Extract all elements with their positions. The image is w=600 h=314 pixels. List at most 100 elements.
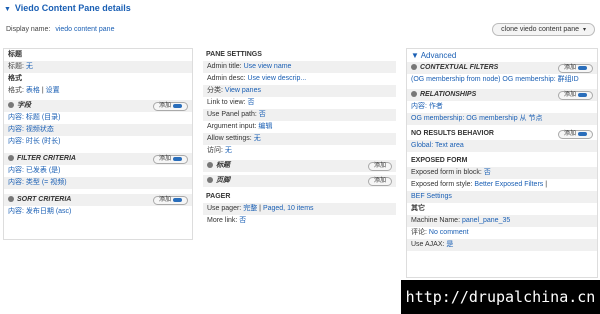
- sort-item[interactable]: 内容: 发布日期 (asc): [4, 206, 192, 218]
- relationships-label: RELATIONSHIPS: [420, 91, 477, 98]
- machine-name-row: Machine Name: panel_pane_35: [407, 215, 597, 227]
- gear-icon[interactable]: [8, 196, 14, 203]
- exposed-style-label: Exposed form style:: [411, 181, 473, 188]
- setting-row: Link to view: 否: [203, 97, 396, 109]
- comment-link[interactable]: No comment: [429, 229, 469, 236]
- dropdown-arrow-icon[interactable]: [578, 132, 587, 136]
- machine-name-link[interactable]: panel_pane_35: [462, 217, 510, 224]
- filter-item[interactable]: 内容: 已发表 (是): [4, 165, 192, 177]
- dropdown-arrow-icon[interactable]: [578, 93, 587, 97]
- ajax-link[interactable]: 是: [446, 241, 453, 248]
- exposed-form-heading: EXPOSED FORM: [411, 157, 468, 164]
- gear-icon[interactable]: [207, 162, 213, 169]
- advanced-column: ▼ Advanced CONTEXTUAL FILTERS 添加 (OG mem…: [406, 48, 598, 278]
- setting-label: Admin title:: [207, 63, 242, 70]
- relationships-header: RELATIONSHIPS 添加: [407, 89, 597, 101]
- clone-dropdown-button[interactable]: clone viedo content pane ▾: [492, 23, 595, 36]
- setting-link[interactable]: Use view descrip...: [247, 75, 306, 82]
- watermark: http://drupalchina.cn: [401, 280, 600, 314]
- header-add-button[interactable]: 添加: [367, 161, 392, 171]
- other-heading: 其它: [411, 205, 425, 212]
- fields-add-button[interactable]: 添加: [152, 101, 188, 111]
- exposed-in-block-link[interactable]: 否: [484, 169, 491, 176]
- relationships-add-button[interactable]: 添加: [557, 90, 593, 100]
- advanced-toggle[interactable]: ▼ Advanced: [407, 49, 597, 62]
- setting-link[interactable]: Use view name: [244, 63, 292, 70]
- setting-link[interactable]: View panes: [225, 87, 261, 94]
- no-results-item[interactable]: Global: Text area: [407, 140, 597, 152]
- gear-icon[interactable]: [8, 155, 14, 162]
- relationship-item[interactable]: 内容: 作者: [407, 101, 597, 113]
- pane-settings-column: PANE SETTINGS Admin title: Use view name…: [203, 48, 396, 253]
- sort-add-button[interactable]: 添加: [152, 195, 188, 205]
- more-link-value[interactable]: 否: [239, 217, 246, 224]
- exposed-style-row: Exposed form style: Better Exposed Filte…: [407, 179, 597, 191]
- separator: |: [259, 205, 261, 212]
- format-settings-link[interactable]: 设置: [46, 87, 60, 94]
- comment-label: 评论:: [411, 229, 427, 236]
- filter-link[interactable]: 内容: 类型 (= 视频): [8, 179, 67, 186]
- field-item[interactable]: 内容: 时长 (时长): [4, 136, 192, 148]
- comment-row: 评论: No comment: [407, 227, 597, 239]
- field-link[interactable]: 内容: 视频状态: [8, 126, 54, 133]
- display-name-label: Display name:: [6, 26, 51, 33]
- format-table-link[interactable]: 表格: [26, 87, 40, 94]
- contextual-add-button[interactable]: 添加: [557, 63, 593, 73]
- sort-criteria-header: SORT CRITERIA 添加: [4, 194, 192, 206]
- setting-link[interactable]: 否: [247, 99, 254, 106]
- relationship-item[interactable]: OG membership: OG membership 从 节点: [407, 113, 597, 125]
- setting-link[interactable]: 否: [259, 111, 266, 118]
- dropdown-arrow-icon[interactable]: [173, 198, 182, 202]
- fields-section-header: 字段 添加: [4, 100, 192, 112]
- setting-row: 分类: View panes: [203, 85, 396, 97]
- setting-label: Allow settings:: [207, 135, 252, 142]
- footer-add-button[interactable]: 添加: [367, 176, 392, 186]
- dropdown-arrow-icon[interactable]: [578, 66, 587, 70]
- dropdown-arrow-icon[interactable]: [173, 157, 182, 161]
- section-title-bar[interactable]: ▼ Viedo Content Pane details: [0, 0, 600, 18]
- add-label: 添加: [563, 65, 576, 71]
- setting-link[interactable]: 无: [254, 135, 261, 142]
- setting-link[interactable]: 无: [225, 147, 232, 154]
- advanced-label: Advanced: [420, 51, 457, 60]
- display-name-link[interactable]: viedo content pane: [55, 26, 114, 33]
- sort-link[interactable]: 内容: 发布日期 (asc): [8, 208, 71, 215]
- pager-items-link[interactable]: Paged, 10 items: [263, 205, 314, 212]
- filter-link[interactable]: 内容: 已发表 (是): [8, 167, 61, 174]
- filter-criteria-label: FILTER CRITERIA: [17, 155, 76, 162]
- field-item[interactable]: 内容: 标题 (目录): [4, 112, 192, 124]
- relationship-link[interactable]: 内容: 作者: [411, 103, 443, 110]
- no-results-add-button[interactable]: 添加: [557, 129, 593, 139]
- title-value-link[interactable]: 无: [26, 63, 33, 70]
- gear-icon[interactable]: [411, 64, 417, 71]
- header-section-label: 标题: [216, 162, 230, 169]
- no-results-link[interactable]: Global: Text area: [411, 142, 464, 149]
- contextual-item[interactable]: (OG membership from node) OG membership:…: [407, 74, 597, 86]
- contextual-link[interactable]: (OG membership from node) OG membership:…: [411, 76, 579, 83]
- setting-label: Link to view:: [207, 99, 246, 106]
- field-link[interactable]: 内容: 标题 (目录): [8, 114, 61, 121]
- filter-criteria-header: FILTER CRITERIA 添加: [4, 153, 192, 165]
- setting-row: 访问: 无: [203, 145, 396, 157]
- field-item[interactable]: 内容: 视频状态: [4, 124, 192, 136]
- gear-icon[interactable]: [411, 91, 417, 98]
- pager-full-link[interactable]: 完整: [243, 205, 257, 212]
- separator: |: [545, 181, 548, 188]
- exposed-style-link[interactable]: Better Exposed Filters: [474, 181, 543, 188]
- gear-icon[interactable]: [207, 177, 213, 184]
- chevron-down-icon: ▾: [582, 27, 586, 33]
- fields-label: 字段: [17, 102, 31, 109]
- pager-heading: PAGER: [206, 193, 231, 200]
- dropdown-arrow-icon[interactable]: [173, 104, 182, 108]
- relationship-link[interactable]: OG membership: OG membership 从 节点: [411, 115, 542, 122]
- collapse-triangle-icon[interactable]: ▼: [4, 6, 11, 13]
- add-label: 添加: [158, 197, 171, 203]
- bef-settings-link[interactable]: BEF Settings: [411, 193, 452, 200]
- setting-link[interactable]: 编辑: [258, 123, 272, 130]
- field-link[interactable]: 内容: 时长 (时长): [8, 138, 61, 145]
- filter-item[interactable]: 内容: 类型 (= 视频): [4, 177, 192, 189]
- gear-icon[interactable]: [8, 102, 14, 109]
- format-row: 格式: 表格 | 设置: [4, 85, 192, 97]
- filters-add-button[interactable]: 添加: [152, 154, 188, 164]
- separator: |: [41, 87, 44, 94]
